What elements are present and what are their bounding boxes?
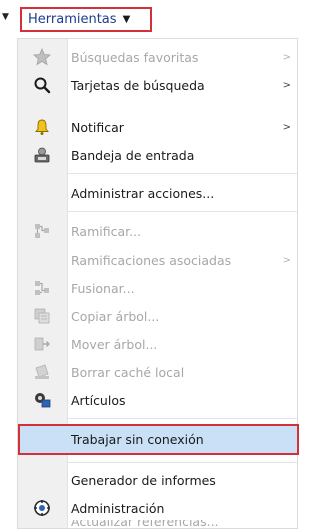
- submenu-arrow-icon: >: [282, 51, 291, 63]
- menu-item-label: Tarjetas de búsqueda: [71, 77, 205, 93]
- administration-icon: [32, 498, 52, 518]
- menu-item-label: Administración: [71, 500, 165, 516]
- menu-item-label: Artículos: [71, 392, 126, 408]
- merge-icon: [32, 278, 52, 298]
- clear-cache-icon: [32, 362, 52, 382]
- menu-item-label: Ramificaciones asociadas: [71, 252, 232, 268]
- menu-item-label: Trabajar sin conexión: [71, 432, 204, 447]
- menu-item-label: Notificar: [71, 119, 124, 135]
- menu-item-mover-arbol[interactable]: Mover árbol...: [18, 330, 299, 358]
- branch-icon: [32, 221, 52, 241]
- menu-item-administrar-acciones[interactable]: Administrar acciones...: [18, 179, 299, 207]
- menu-item-borrar-cache-local[interactable]: Borrar caché local: [18, 358, 299, 386]
- menu-item-label: Copiar árbol...: [71, 308, 160, 324]
- menu-separator: [67, 211, 297, 212]
- menu-item-label: Administrar acciones...: [71, 185, 215, 201]
- menu-item-label: Fusionar...: [71, 280, 135, 296]
- menu-item-ramificaciones-asociadas[interactable]: Ramificaciones asociadas >: [18, 246, 299, 274]
- herramientas-menu-label: Herramientas: [28, 12, 117, 27]
- inbox-icon: [32, 145, 52, 165]
- menu-item-bandeja-de-entrada[interactable]: Bandeja de entrada: [18, 141, 299, 169]
- tools-dropdown-menu: Búsquedas favoritas > Tarjetas de búsque…: [17, 38, 299, 529]
- copy-tree-icon: [32, 306, 52, 326]
- menu-bar: ▼ Herramientas ▼: [0, 0, 299, 38]
- menu-item-label: Mover árbol...: [71, 336, 158, 352]
- menu-item-copiar-arbol[interactable]: Copiar árbol...: [18, 302, 299, 330]
- articles-icon: [32, 390, 52, 410]
- menu-item-administracion[interactable]: Administración: [18, 494, 299, 522]
- menu-item-label: Bandeja de entrada: [71, 147, 195, 163]
- chevron-down-icon: ▼: [122, 14, 131, 25]
- menu-item-fusionar[interactable]: Fusionar...: [18, 274, 299, 302]
- menu-item-label: Borrar caché local: [71, 364, 185, 380]
- menu-separator: [67, 462, 297, 463]
- submenu-arrow-icon: >: [282, 121, 291, 133]
- menu-item-label: Actualizar referencias...: [71, 520, 219, 529]
- menu-item-tarjetas-de-busqueda[interactable]: Tarjetas de búsqueda >: [18, 71, 299, 99]
- menu-separator: [67, 418, 297, 419]
- menu-item-busquedas-favoritas[interactable]: Búsquedas favoritas >: [18, 43, 299, 71]
- search-icon: [32, 75, 52, 95]
- caret-down-icon[interactable]: ▼: [2, 13, 9, 22]
- herramientas-menu-button[interactable]: Herramientas ▼: [20, 7, 152, 32]
- menu-item-notificar[interactable]: Notificar >: [18, 113, 299, 141]
- menu-item-label: Generador de informes: [71, 472, 216, 488]
- menu-separator: [67, 173, 297, 174]
- submenu-arrow-icon: >: [282, 79, 291, 91]
- star-icon: [32, 47, 52, 67]
- submenu-arrow-icon: >: [282, 254, 291, 266]
- menu-item-trabajar-sin-conexion[interactable]: Trabajar sin conexión: [18, 424, 299, 455]
- menu-item-generador-de-informes[interactable]: Generador de informes: [18, 466, 299, 494]
- warning-bell-icon: [32, 117, 52, 137]
- menu-item-articulos[interactable]: Artículos: [18, 386, 299, 414]
- menu-item-label: Búsquedas favoritas: [71, 49, 199, 65]
- menu-item-ramificar[interactable]: Ramificar...: [18, 217, 299, 245]
- move-tree-icon: [32, 334, 52, 354]
- menu-item-label: Ramificar...: [71, 223, 142, 239]
